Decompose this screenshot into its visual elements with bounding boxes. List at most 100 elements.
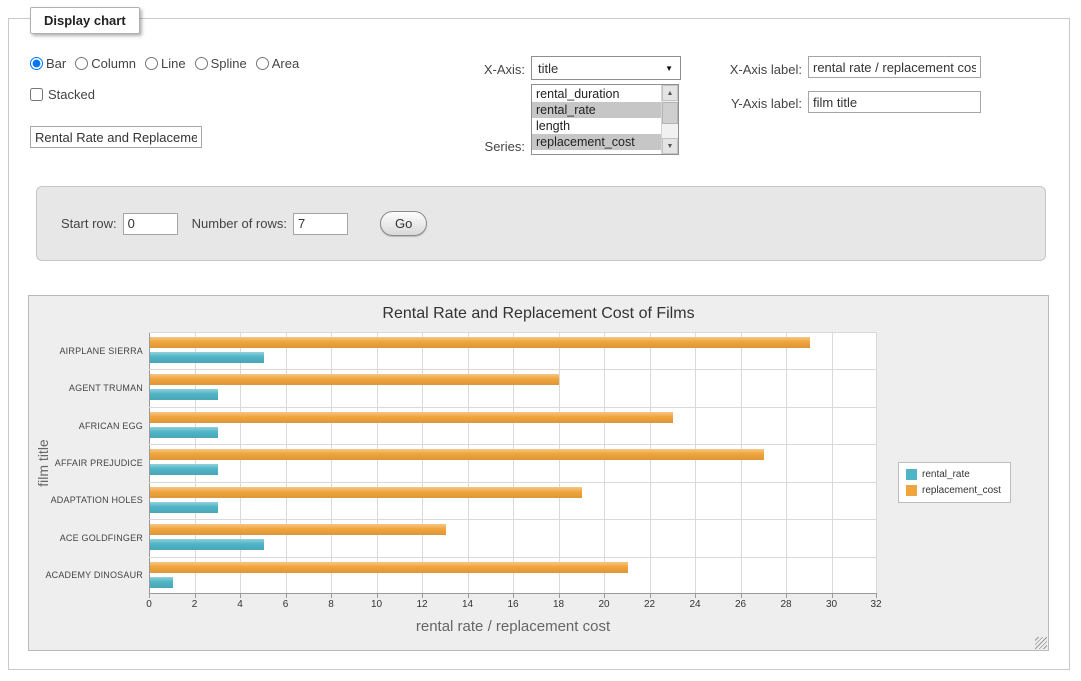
chart-title: Rental Rate and Replacement Cost of Film… [29, 305, 1048, 323]
gridline [149, 444, 877, 445]
x-tick [422, 594, 423, 598]
x-tick [195, 594, 196, 598]
y-axis-label-input[interactable] [808, 91, 981, 113]
x-tick-label: 26 [721, 599, 761, 610]
chart-type-radio-spline[interactable] [195, 57, 208, 70]
series-option-rental_duration[interactable]: rental_duration [532, 86, 661, 102]
gridline [149, 332, 877, 333]
bar-replacement_cost [150, 562, 628, 573]
x-tick [876, 594, 877, 598]
stacked-checkbox[interactable] [30, 88, 43, 101]
legend-swatch [906, 469, 917, 480]
x-tick-label: 16 [493, 599, 533, 610]
chart-type-bar[interactable]: Bar [30, 56, 66, 71]
x-axis-label-label: X-Axis label: [705, 62, 802, 77]
chart-type-line[interactable]: Line [145, 56, 186, 71]
scrollbar-thumb[interactable] [662, 102, 678, 124]
x-tick [377, 594, 378, 598]
category-label: AGENT TRUMAN [45, 383, 143, 393]
gridline [695, 332, 696, 594]
x-axis-label-input[interactable] [808, 56, 981, 78]
series-option-replacement_cost[interactable]: replacement_cost [532, 134, 661, 150]
chart-type-label: Column [91, 56, 136, 71]
x-tick-label: 12 [402, 599, 442, 610]
gridline [149, 369, 877, 370]
stacked-label: Stacked [48, 87, 95, 102]
bar-rental_rate [150, 464, 218, 475]
chart-type-column[interactable]: Column [75, 56, 136, 71]
x-tick-label: 20 [584, 599, 624, 610]
bar-rental_rate [150, 352, 264, 363]
legend-item-replacement_cost[interactable]: replacement_cost [906, 485, 1001, 496]
series-listbox[interactable]: rental_durationrental_ratelengthreplacem… [531, 84, 679, 155]
gridline [240, 332, 241, 594]
series-options: rental_durationrental_ratelengthreplacem… [532, 85, 661, 154]
legend-label: replacement_cost [922, 485, 1001, 496]
x-tick-label: 6 [266, 599, 306, 610]
chart-type-radio-column[interactable] [75, 57, 88, 70]
gridline [513, 332, 514, 594]
x-tick-label: 8 [311, 599, 351, 610]
x-axis-title: rental rate / replacement cost [149, 618, 877, 635]
chart-type-radio-area[interactable] [256, 57, 269, 70]
gridline [149, 557, 877, 558]
gridline [468, 332, 469, 594]
x-tick [513, 594, 514, 598]
resize-handle-icon[interactable] [1035, 637, 1047, 649]
x-tick [695, 594, 696, 598]
x-tick-label: 22 [630, 599, 670, 610]
chart-type-spline[interactable]: Spline [195, 56, 247, 71]
x-tick [331, 594, 332, 598]
x-tick-label: 30 [812, 599, 852, 610]
bar-replacement_cost [150, 449, 764, 460]
bar-replacement_cost [150, 487, 582, 498]
scroll-down-icon[interactable]: ▼ [662, 138, 678, 154]
y-axis-label-label: Y-Axis label: [705, 96, 802, 111]
chart-type-area[interactable]: Area [256, 56, 299, 71]
legend-label: rental_rate [922, 469, 970, 480]
x-tick [832, 594, 833, 598]
x-tick [741, 594, 742, 598]
x-tick-label: 2 [175, 599, 215, 610]
series-option-length[interactable]: length [532, 118, 661, 134]
x-tick [604, 594, 605, 598]
bar-replacement_cost [150, 524, 446, 535]
gridline [422, 332, 423, 594]
x-axis-select[interactable]: title ▼ [531, 56, 681, 80]
legend-item-rental_rate[interactable]: rental_rate [906, 469, 1001, 480]
series-option-rental_rate[interactable]: rental_rate [532, 102, 661, 118]
x-tick-label: 0 [129, 599, 169, 610]
start-row-input[interactable] [123, 213, 178, 235]
gridline [331, 332, 332, 594]
gridline [604, 332, 605, 594]
x-tick-label: 14 [448, 599, 488, 610]
gridline [149, 407, 877, 408]
bar-rental_rate [150, 389, 218, 400]
chart-panel: Rental Rate and Replacement Cost of Film… [28, 295, 1049, 651]
category-label: AFRICAN EGG [45, 421, 143, 431]
scroll-up-icon[interactable]: ▲ [662, 85, 678, 101]
chart-type-radio-bar[interactable] [30, 57, 43, 70]
category-label: AFFAIR PREJUDICE [45, 458, 143, 468]
bar-rental_rate [150, 577, 173, 588]
bar-replacement_cost [150, 374, 559, 385]
chart-title-input[interactable] [30, 126, 202, 148]
x-tick [559, 594, 560, 598]
bar-rental_rate [150, 502, 218, 513]
plot-area [149, 332, 877, 594]
x-tick-label: 28 [766, 599, 806, 610]
num-rows-label: Number of rows: [192, 216, 287, 231]
gridline [650, 332, 651, 594]
chart-type-group: Bar Column Line Spline Area [30, 56, 308, 71]
x-axis-select-value: title [538, 61, 558, 76]
series-scrollbar[interactable]: ▲ ▼ [661, 85, 678, 154]
chart-type-radio-line[interactable] [145, 57, 158, 70]
bar-replacement_cost [150, 337, 810, 348]
gridline [377, 332, 378, 594]
x-tick-label: 4 [220, 599, 260, 610]
stacked-option[interactable]: Stacked [30, 87, 95, 102]
chart-type-label: Spline [211, 56, 247, 71]
x-tick [786, 594, 787, 598]
go-button[interactable]: Go [380, 211, 427, 236]
num-rows-input[interactable] [293, 213, 348, 235]
